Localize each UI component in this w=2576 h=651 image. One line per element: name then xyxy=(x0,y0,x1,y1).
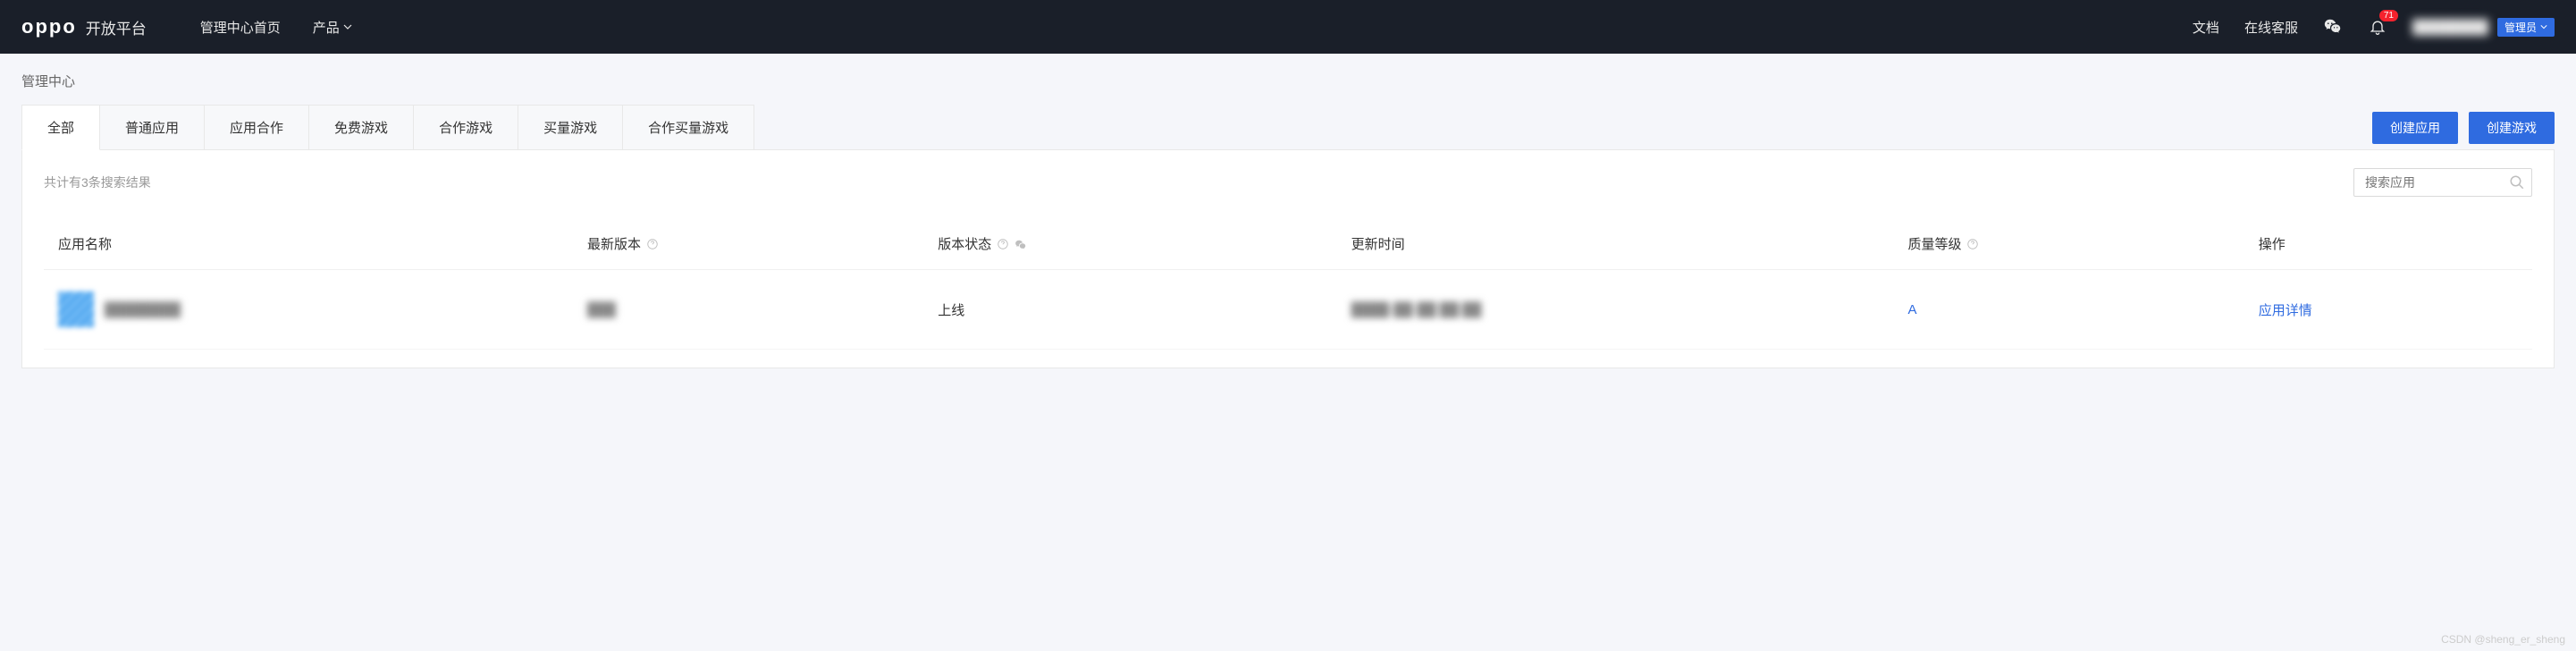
tab-coop-game[interactable]: 合作游戏 xyxy=(414,105,518,150)
wechat-small-icon[interactable] xyxy=(1014,238,1027,250)
tab-buy-game[interactable]: 买量游戏 xyxy=(518,105,623,150)
chevron-down-icon xyxy=(2540,23,2547,30)
help-icon[interactable] xyxy=(997,238,1009,250)
role-tag[interactable]: 管理员 xyxy=(2497,18,2555,37)
tab-label: 应用合作 xyxy=(230,121,283,136)
tab-coop-buy-game[interactable]: 合作买量游戏 xyxy=(623,105,754,150)
th-update-time: 更新时间 xyxy=(1337,218,1894,270)
breadcrumb: 管理中心 xyxy=(0,54,2576,105)
watermark: CSDN @sheng_er_sheng xyxy=(2441,633,2565,646)
tab-normal-app[interactable]: 普通应用 xyxy=(100,105,205,150)
help-icon[interactable] xyxy=(646,238,659,250)
logo[interactable]: oppo 开放平台 xyxy=(21,15,147,38)
main-content: 全部 普通应用 应用合作 免费游戏 合作游戏 买量游戏 合作买量游戏 创建应用 … xyxy=(0,105,2576,390)
tab-label: 合作游戏 xyxy=(439,121,492,136)
nav-items: 管理中心首页 产品 xyxy=(200,18,352,37)
search-icon[interactable] xyxy=(2509,174,2525,190)
apps-table: 应用名称 最新版本 版本状态 更新时间 xyxy=(44,218,2532,350)
help-icon[interactable] xyxy=(1966,238,1979,250)
tab-free-game[interactable]: 免费游戏 xyxy=(309,105,414,150)
action-buttons: 创建应用 创建游戏 xyxy=(2372,112,2555,144)
cell-version-status: 上线 xyxy=(923,270,1336,350)
nav-products[interactable]: 产品 xyxy=(313,18,352,37)
header-right: 文档 在线客服 71 ████████ 管理员 xyxy=(2193,17,2555,37)
cell-latest-version: ███ xyxy=(573,270,923,350)
nav-products-label: 产品 xyxy=(313,18,340,37)
filter-row: 共计有3条搜索结果 xyxy=(44,168,2532,197)
table-row: ████████ ███ 上线 ████-██-██ ██:██ A 应用详情 xyxy=(44,270,2532,350)
th-action: 操作 xyxy=(2244,218,2532,270)
create-game-button[interactable]: 创建游戏 xyxy=(2469,112,2555,144)
logo-brand: oppo xyxy=(21,15,77,38)
search-input[interactable] xyxy=(2353,168,2532,197)
cell-quality-level: A xyxy=(1893,270,2243,350)
logo-subtitle: 开放平台 xyxy=(86,16,147,38)
username: ████████ xyxy=(2412,20,2488,35)
cell-action: 应用详情 xyxy=(2244,270,2532,350)
cell-update-time: ████-██-██ ██:██ xyxy=(1337,270,1894,350)
app-icon xyxy=(58,292,94,327)
header-left: oppo 开放平台 管理中心首页 产品 xyxy=(21,15,352,38)
app-name-text: ████████ xyxy=(105,302,181,317)
tabs: 全部 普通应用 应用合作 免费游戏 合作游戏 买量游戏 合作买量游戏 xyxy=(21,105,754,150)
table-header-row: 应用名称 最新版本 版本状态 更新时间 xyxy=(44,218,2532,270)
tab-label: 买量游戏 xyxy=(543,121,597,136)
nav-home-label: 管理中心首页 xyxy=(200,18,281,37)
result-count: 共计有3条搜索结果 xyxy=(44,173,151,191)
tab-label: 全部 xyxy=(47,121,74,136)
th-version-status: 版本状态 xyxy=(923,218,1336,270)
nav-home[interactable]: 管理中心首页 xyxy=(200,18,281,37)
tab-app-coop[interactable]: 应用合作 xyxy=(205,105,309,150)
cell-app-name: ████████ xyxy=(44,270,573,350)
tabs-row: 全部 普通应用 应用合作 免费游戏 合作游戏 买量游戏 合作买量游戏 创建应用 … xyxy=(21,105,2555,150)
top-header: oppo 开放平台 管理中心首页 产品 文档 在线客服 71 ████████ xyxy=(0,0,2576,54)
tab-label: 免费游戏 xyxy=(334,121,388,136)
th-latest-version: 最新版本 xyxy=(573,218,923,270)
create-app-button[interactable]: 创建应用 xyxy=(2372,112,2458,144)
notification-badge: 71 xyxy=(2379,10,2398,21)
chevron-down-icon xyxy=(343,22,352,31)
nav-support[interactable]: 在线客服 xyxy=(2244,18,2298,37)
role-label: 管理员 xyxy=(2504,20,2537,35)
notification-bell-icon[interactable]: 71 xyxy=(2368,17,2387,37)
th-app-name: 应用名称 xyxy=(44,218,573,270)
app-detail-link[interactable]: 应用详情 xyxy=(2259,303,2312,318)
tab-all[interactable]: 全部 xyxy=(21,105,100,150)
search-box xyxy=(2353,168,2532,197)
th-quality-level: 质量等级 xyxy=(1893,218,2243,270)
tab-label: 普通应用 xyxy=(125,121,179,136)
nav-docs[interactable]: 文档 xyxy=(2193,18,2219,37)
tab-label: 合作买量游戏 xyxy=(648,121,728,136)
user-info[interactable]: ████████ 管理员 xyxy=(2412,18,2555,37)
wechat-icon[interactable] xyxy=(2323,17,2343,37)
content-card: 共计有3条搜索结果 应用名称 最新版本 xyxy=(21,149,2555,368)
